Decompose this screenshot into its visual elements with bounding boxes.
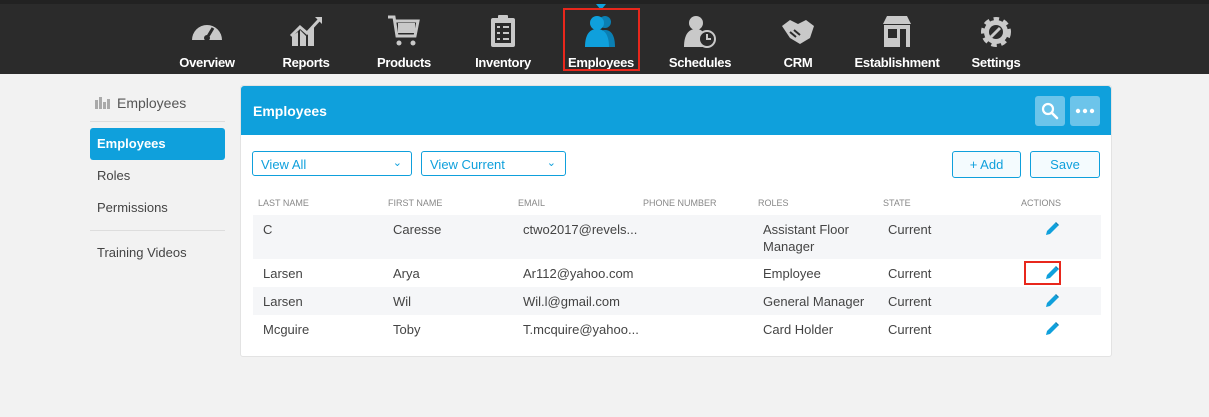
cell-email: Wil.l@gmail.com [523,294,620,309]
clipboard-checklist-icon [491,15,515,47]
storefront-icon [883,16,911,47]
filter-all-dropdown[interactable]: View All ⌄ [252,151,412,176]
edit-pencil-icon[interactable] [1044,293,1060,309]
column-header: STATE [883,198,911,208]
shopping-cart-icon [388,15,420,46]
cell-first: Wil [393,294,412,309]
cell-state: Current [888,294,932,309]
cell-last: Larsen [263,294,303,309]
cell-last: C [263,222,273,237]
nav-establishment[interactable]: Establishment [852,8,942,74]
column-header: LAST NAME [258,198,309,208]
edit-pencil-icon[interactable] [1044,221,1060,237]
filter-state-dropdown[interactable]: View Current ⌄ [421,151,566,176]
table-row: Mcguire Toby T.mcquire@yahoo... Card Holder… [253,315,1101,343]
employees-panel: Employees View All ⌄ View Current ⌄ + Add … [240,85,1112,357]
search-icon [1041,102,1059,120]
cell-email: Ar112@yahoo.com [523,266,634,281]
cell-role: Employee [763,266,821,281]
sidebar-heading: Employees [90,85,225,122]
nav-label: Schedules [668,55,732,70]
nav-inventory[interactable]: Inventory [458,8,548,74]
cell-last: Mcguire [263,322,310,337]
column-header: FIRST NAME [388,198,443,208]
nav-label: Reports [282,55,330,70]
ellipsis-icon [1075,108,1095,114]
nav-label: Establishment [854,55,940,70]
column-header: EMAIL [518,198,546,208]
cell-email: ctwo2017@revels... [523,222,638,237]
highlight-box [563,8,640,71]
nav-label: Overview [179,55,235,70]
table-row: Larsen Wil Wil.l@gmail.com General Manager C… [253,287,1101,315]
panel-header: Employees [241,86,1111,135]
column-header: ACTIONS [1021,198,1062,208]
gear-wrench-icon [981,17,1011,47]
speedometer-icon [192,25,222,41]
chevron-down-icon: ⌄ [546,157,556,169]
sidebar-item-employees[interactable]: Employees [90,128,225,160]
filter-state-value: View Current [430,157,505,172]
sidebar: Employees Employees Roles Permissions Tr… [90,85,225,269]
more-options-button[interactable] [1070,96,1100,126]
search-button[interactable] [1035,96,1065,126]
cell-state: Current [888,266,932,281]
add-button[interactable]: + Add [952,151,1021,178]
cell-first: Arya [393,266,420,281]
nav-settings[interactable]: Settings [951,8,1041,74]
cell-role: General Manager [763,294,865,309]
sidebar-divider [90,230,225,231]
sidebar-item-roles[interactable]: Roles [90,160,225,192]
user-clock-icon [684,16,716,48]
sidebar-item-permissions[interactable]: Permissions [90,192,225,224]
cell-role: Assistant Floor Manager [763,222,849,254]
table-row: C Caresse ctwo2017@revels... Assistant Floo… [253,215,1101,259]
nav-label: Settings [971,55,1021,70]
panel-title: Employees [253,103,327,119]
save-button[interactable]: Save [1030,151,1100,178]
handshake-icon [782,20,814,44]
nav-label: CRM [783,55,813,70]
nav-label: Products [377,55,431,70]
highlight-box [1024,261,1061,285]
cell-email: T.mcquire@yahoo... [523,322,639,337]
nav-overview[interactable]: Overview [162,8,252,74]
chevron-down-icon: ⌄ [392,157,402,169]
sidebar-heading-label: Employees [117,95,187,111]
nav-crm[interactable]: CRM [753,8,843,74]
cell-first: Toby [393,322,421,337]
filter-all-value: View All [261,157,307,172]
nav-reports[interactable]: Reports [261,8,351,74]
cell-role: Card Holder [763,322,834,337]
cell-first: Caresse [393,222,442,237]
cell-state: Current [888,322,932,337]
sidebar-item-training-videos[interactable]: Training Videos [90,237,225,269]
column-header: ROLES [758,198,789,208]
bar-chart-icon [95,97,110,109]
chart-growth-icon [289,17,322,46]
edit-pencil-icon[interactable] [1044,321,1060,337]
nav-schedules[interactable]: Schedules [655,8,745,74]
nav-products[interactable]: Products [359,8,449,74]
table-row: Larsen Arya Ar112@yahoo.com Employee Current [253,259,1101,287]
cell-last: Larsen [263,266,303,281]
cell-state: Current [888,222,932,237]
column-header: PHONE NUMBER [643,198,717,208]
nav-label: Inventory [475,55,531,70]
